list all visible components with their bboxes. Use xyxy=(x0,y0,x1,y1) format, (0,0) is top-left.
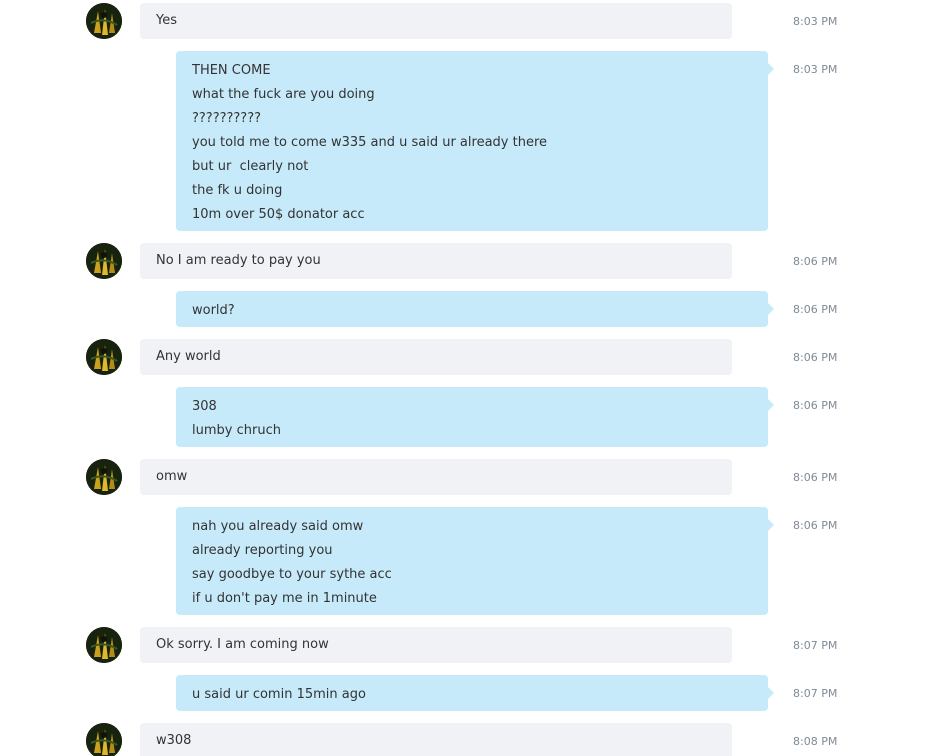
outgoing-message-bubble[interactable]: THEN COME what the fuck are you doing????… xyxy=(176,51,774,231)
message-text: what the fuck are you doing xyxy=(192,87,375,102)
message-text: w308 xyxy=(156,733,192,748)
outgoing-message-bubble[interactable]: world? xyxy=(176,291,774,327)
message-text: u said ur comin 15min ago xyxy=(192,687,366,702)
message-text: you told me to come w335 and u said ur a… xyxy=(192,135,547,150)
message-text: world? xyxy=(192,303,235,318)
outgoing-message-bubble[interactable]: 308 lumby chruch xyxy=(176,387,774,447)
contact-avatar-icon[interactable] xyxy=(86,723,122,756)
message-text: Ok sorry. I am coming now xyxy=(156,637,329,652)
message-text: Yes xyxy=(156,13,177,28)
incoming-message-bubble[interactable]: Any world xyxy=(140,339,732,375)
message-text: 308 xyxy=(192,399,217,414)
message-timestamp: 8:06 PM xyxy=(793,399,838,412)
chat-message-list[interactable]: Yes 8:03 PM THEN COME what the fuck are you… xyxy=(0,0,929,756)
contact-avatar-icon[interactable] xyxy=(86,3,122,39)
message-timestamp: 8:03 PM xyxy=(793,15,838,28)
message-text: but ur clearly not xyxy=(192,159,309,174)
message-text: if u don't pay me in 1minute xyxy=(192,591,377,606)
message-text: lumby chruch xyxy=(192,423,281,438)
contact-avatar-icon[interactable] xyxy=(86,627,122,663)
message-timestamp: 8:06 PM xyxy=(793,519,838,532)
message-text: say goodbye to your sythe acc xyxy=(192,567,392,582)
message-timestamp: 8:06 PM xyxy=(793,471,838,484)
message-text: omw xyxy=(156,469,188,484)
message-text: the fk u doing xyxy=(192,183,283,198)
message-timestamp: 8:06 PM xyxy=(793,303,838,316)
incoming-message-bubble[interactable]: w308 xyxy=(140,723,732,756)
contact-avatar-icon[interactable] xyxy=(86,339,122,375)
message-text: No I am ready to pay you xyxy=(156,253,321,268)
message-text: THEN COME xyxy=(192,63,271,78)
contact-avatar-icon[interactable] xyxy=(86,243,122,279)
message-text: nah you already said omw xyxy=(192,519,364,534)
outgoing-message-bubble[interactable]: nah you already said omw already reportin… xyxy=(176,507,774,615)
incoming-message-bubble[interactable]: No I am ready to pay you xyxy=(140,243,732,279)
message-timestamp: 8:06 PM xyxy=(793,255,838,268)
contact-avatar-icon[interactable] xyxy=(86,459,122,495)
message-timestamp: 8:07 PM xyxy=(793,687,838,700)
incoming-message-bubble[interactable]: omw xyxy=(140,459,732,495)
message-text: already reporting you xyxy=(192,543,333,558)
outgoing-message-bubble[interactable]: u said ur comin 15min ago xyxy=(176,675,774,711)
incoming-message-bubble[interactable]: Yes xyxy=(140,3,732,39)
incoming-message-bubble[interactable]: Ok sorry. I am coming now xyxy=(140,627,732,663)
message-timestamp: 8:08 PM xyxy=(793,735,838,748)
message-text: 10m over 50$ donator acc xyxy=(192,207,365,222)
message-timestamp: 8:06 PM xyxy=(793,351,838,364)
message-text: ?????????? xyxy=(192,111,261,126)
message-timestamp: 8:03 PM xyxy=(793,63,838,76)
message-text: Any world xyxy=(156,349,221,364)
message-timestamp: 8:07 PM xyxy=(793,639,838,652)
